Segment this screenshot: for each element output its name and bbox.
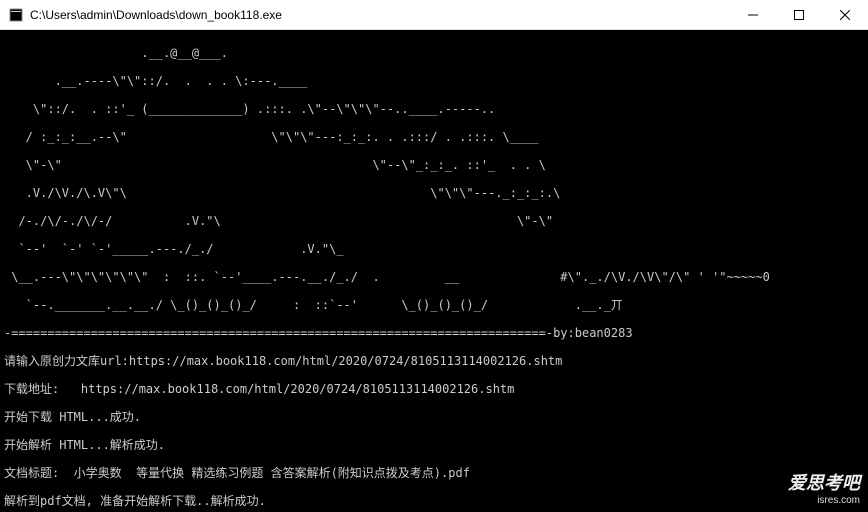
- ascii-art-line: `--' `-' `-'_____.---./_./ .V."\_: [4, 242, 864, 256]
- ascii-art-line: .V./\V./\.V\"\ \"\"\"---._:_:_:.\: [4, 186, 864, 200]
- ascii-art-line: .__.@__@___.: [4, 46, 864, 60]
- ascii-art-line: /-./\/-./\/-/ .V."\ \"-\": [4, 214, 864, 228]
- log-download-addr: 下载地址: https://max.book118.com/html/2020/…: [4, 382, 864, 396]
- maximize-button[interactable]: [776, 0, 822, 29]
- window-title: C:\Users\admin\Downloads\down_book118.ex…: [30, 8, 730, 22]
- log-parse-html: 开始解析 HTML...解析成功.: [4, 438, 864, 452]
- ascii-art-line: -=======================================…: [4, 326, 864, 340]
- log-start-html: 开始下载 HTML...成功.: [4, 410, 864, 424]
- ascii-art-line: \"::/. . ::'_ (_____________) .:::. .\"-…: [4, 102, 864, 116]
- log-doc-title: 文档标题: 小学奥数 等量代换 精选练习例题 含答案解析(附知识点拨及考点).p…: [4, 466, 864, 480]
- window-titlebar: C:\Users\admin\Downloads\down_book118.ex…: [0, 0, 868, 30]
- minimize-button[interactable]: [730, 0, 776, 29]
- ascii-art-line: \__.---\"\"\"\"\"\" : ::. `--'____.---._…: [4, 270, 864, 284]
- console-output[interactable]: .__.@__@___. .__.----\"\"::/. . . . \:--…: [0, 30, 868, 512]
- ascii-art-line: \"-\" \"--\"_:_:_. ::'_ . . \: [4, 158, 864, 172]
- log-parse-pdf: 解析到pdf文档, 准备开始解析下载..解析成功.: [4, 494, 864, 508]
- app-icon: [8, 7, 24, 23]
- log-prompt-url: 请输入原创力文库url:https://max.book118.com/html…: [4, 354, 864, 368]
- ascii-art-line: / :_:_:__.--\" \"\"\"---:_:_:. . .:::/ .…: [4, 130, 864, 144]
- ascii-art-line: `--._______.__.__./ \_()_()_()_/ : ::`--…: [4, 298, 864, 312]
- window-controls: [730, 0, 868, 29]
- ascii-art-line: .__.----\"\"::/. . . . \:---.____: [4, 74, 864, 88]
- close-button[interactable]: [822, 0, 868, 29]
